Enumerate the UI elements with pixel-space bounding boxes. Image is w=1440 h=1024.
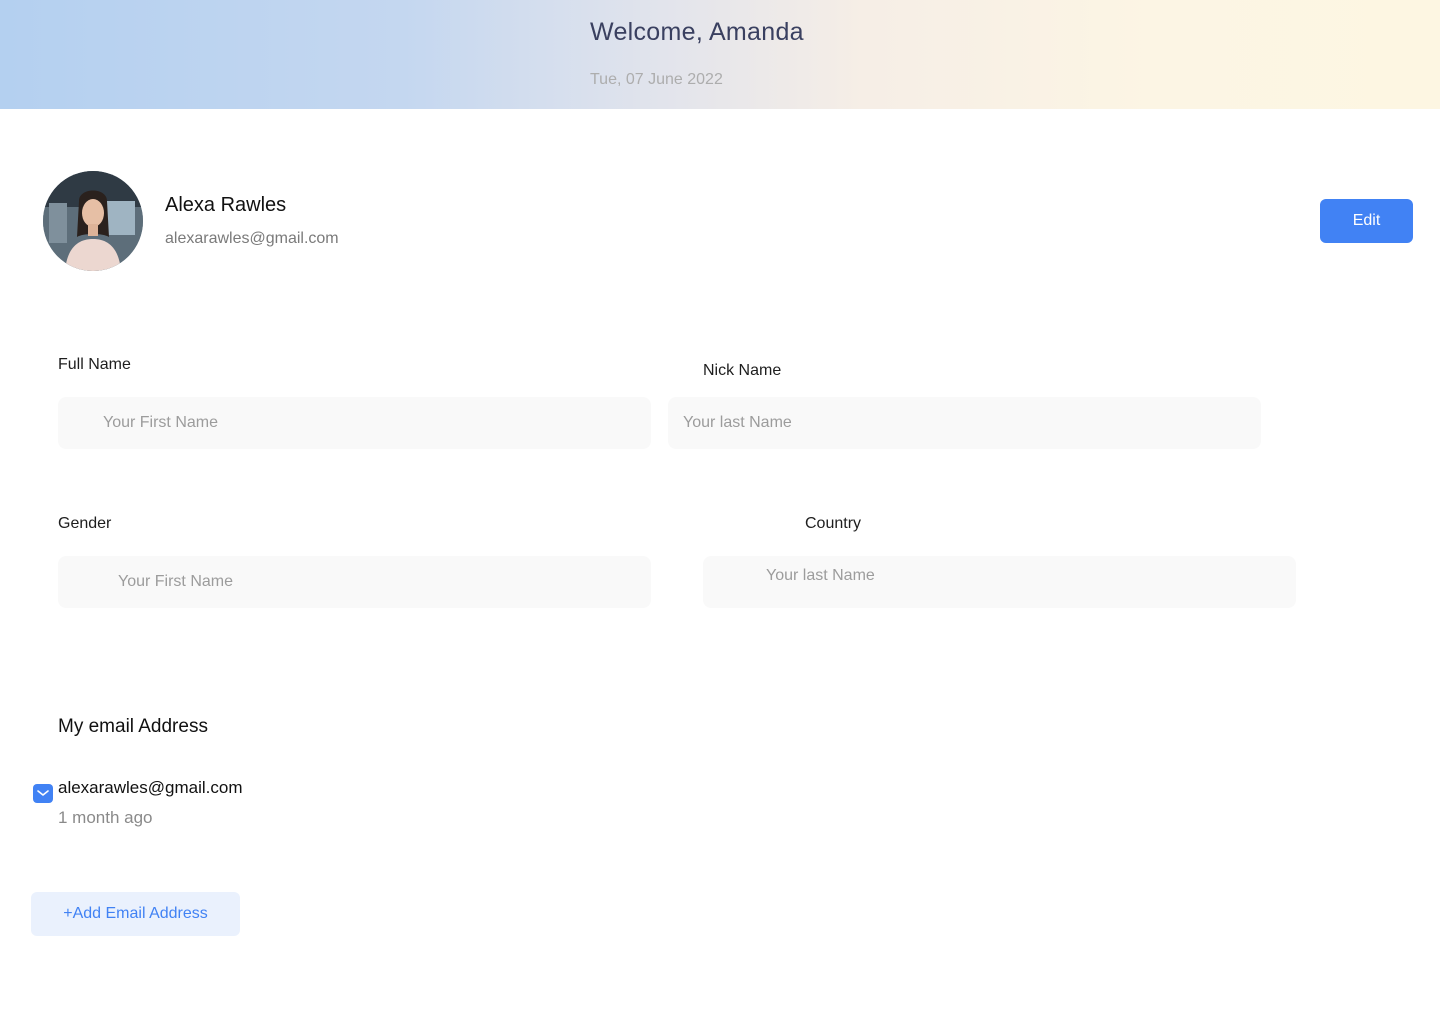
profile-page: Welcome, Amanda Tue, 07 June 2022 Alexa … [0, 0, 1440, 1024]
country-input[interactable] [703, 556, 1296, 608]
profile-name: Alexa Rawles [165, 194, 287, 216]
avatar-photo [43, 171, 143, 271]
profile-email: alexarawles@gmail.com [165, 230, 339, 247]
full-name-input[interactable] [58, 397, 651, 449]
gender-input[interactable] [58, 556, 651, 608]
edit-button[interactable]: Edit [1320, 199, 1413, 243]
nick-name-input[interactable] [668, 397, 1261, 449]
welcome-banner: Welcome, Amanda Tue, 07 June 2022 [0, 0, 1440, 109]
country-label: Country [805, 515, 862, 532]
current-date: Tue, 07 June 2022 [590, 71, 723, 88]
add-email-button[interactable]: +Add Email Address [31, 892, 240, 936]
welcome-title: Welcome, Amanda [590, 18, 804, 46]
email-address: alexarawles@gmail.com [58, 778, 243, 797]
nick-name-label: Nick Name [703, 362, 782, 379]
email-section-title: My email Address [58, 716, 208, 737]
gender-label: Gender [58, 515, 112, 532]
email-added-time: 1 month ago [58, 808, 153, 827]
full-name-label: Full Name [58, 356, 131, 373]
mail-icon [33, 784, 53, 803]
avatar [43, 171, 143, 271]
